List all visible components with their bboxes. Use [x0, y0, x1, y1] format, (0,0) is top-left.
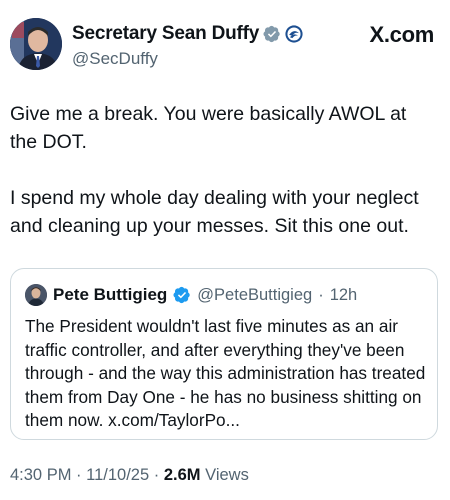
meta-separator: ·	[76, 466, 82, 484]
tweet-body: Give me a break. You were basically AWOL…	[10, 100, 435, 268]
tweet-date[interactable]: 11/10/25	[86, 466, 149, 484]
views-label: Views	[205, 466, 249, 484]
x-com-watermark: X.com	[369, 22, 434, 47]
tweet-header: Secretary Sean Duffy @SecDuffy X.com	[10, 18, 440, 78]
quoted-author-name[interactable]: Pete Buttigieg	[53, 285, 167, 305]
author-handle[interactable]: @SecDuffy	[72, 49, 303, 69]
tweet-meta: 4:30 PM · 11/10/25 · 2.6M Views	[10, 466, 249, 485]
tweet-paragraph: Give me a break. You were basically AWOL…	[10, 103, 407, 153]
tweet-time[interactable]: 4:30 PM	[10, 466, 71, 484]
quoted-separator: ·	[318, 285, 324, 304]
author-avatar[interactable]	[10, 18, 62, 70]
quoted-tweet-text: The President wouldn't last five minutes…	[25, 316, 426, 430]
quoted-author-handle[interactable]: @PeteButtigieg	[197, 286, 312, 305]
tweet-paragraph: I spend my whole day dealing with your n…	[10, 187, 419, 237]
quoted-timestamp[interactable]: 12h	[330, 286, 358, 305]
meta-separator: ·	[153, 466, 160, 484]
views-count[interactable]: 2.6M	[164, 466, 201, 484]
quoted-author-avatar[interactable]	[25, 284, 47, 306]
blue-verified-badge-icon	[173, 286, 190, 304]
dot-agency-seal-icon	[285, 25, 303, 43]
quoted-tweet-card[interactable]: Pete Buttigieg @PeteButtigieg · 12h The Pr…	[10, 268, 438, 440]
gray-verified-badge-icon	[263, 25, 280, 43]
author-display-name[interactable]: Secretary Sean Duffy	[72, 23, 259, 45]
